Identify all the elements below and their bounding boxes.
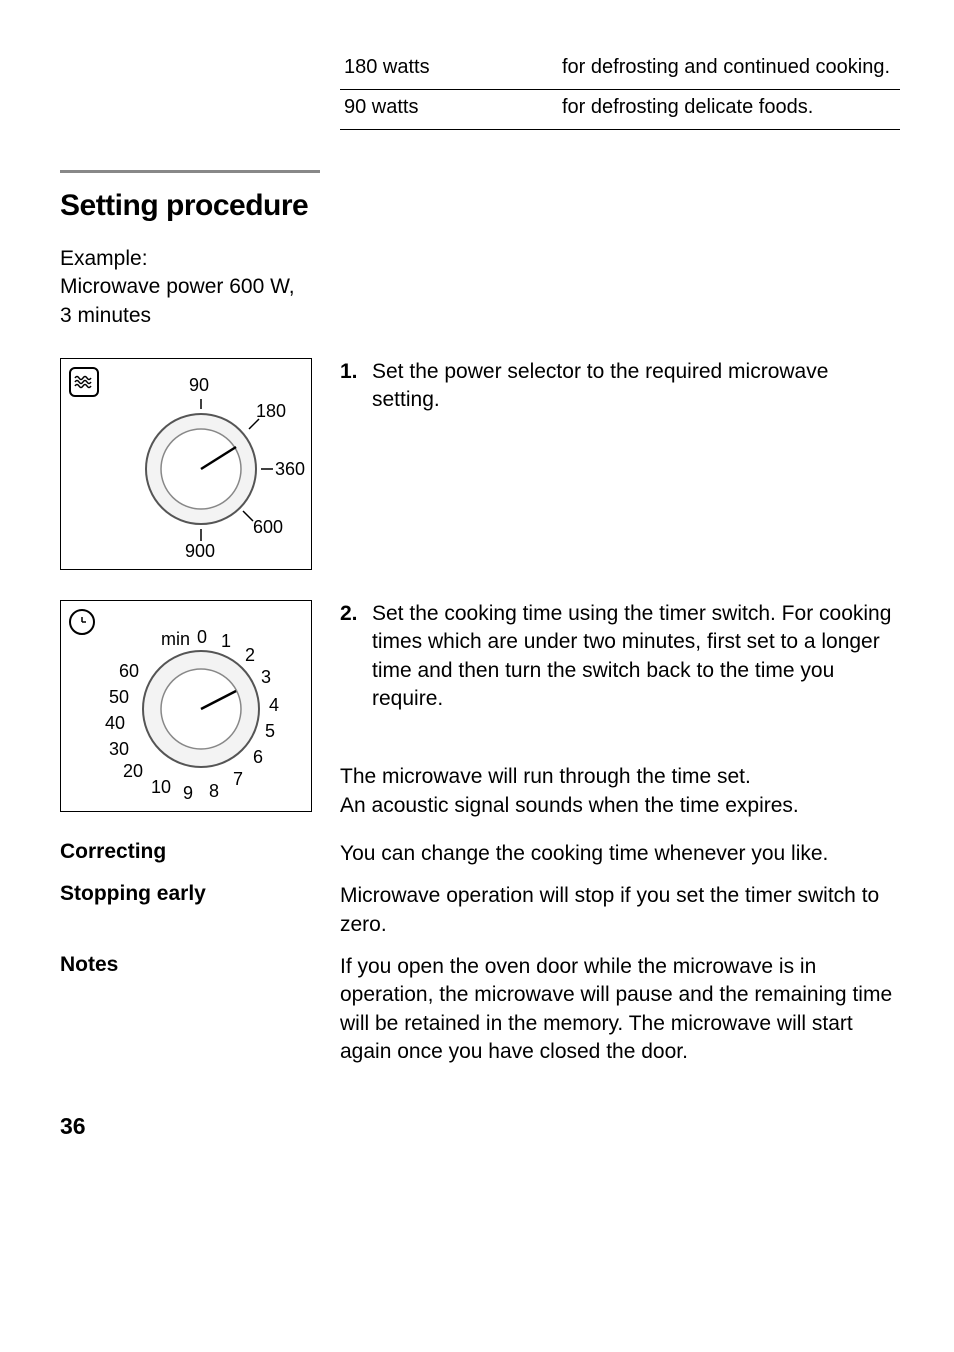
dial-label-180: 180 xyxy=(256,401,286,422)
page-number: 36 xyxy=(60,1113,894,1140)
example-line1: Example: xyxy=(60,245,894,273)
step2-number: 2. xyxy=(340,600,362,713)
stopping-row: Stopping early Microwave operation will … xyxy=(60,882,894,939)
timer-60: 60 xyxy=(119,661,139,682)
correcting-row: Correcting You can change the cooking ti… xyxy=(60,840,894,868)
figure-column: min 0 1 2 3 4 5 6 7 8 9 10 20 30 40 50 6… xyxy=(60,600,340,812)
page: 180 watts for defrosting and continued c… xyxy=(0,0,954,1180)
step2: 2. Set the cooking time using the timer … xyxy=(340,600,894,713)
notes-row: Notes If you open the oven door while th… xyxy=(60,953,894,1066)
timer-10: 10 xyxy=(151,777,171,798)
step1-row: 90 180 360 600 900 1. Set the power sele… xyxy=(60,358,894,570)
table-row: 180 watts for defrosting and continued c… xyxy=(340,50,900,90)
after-step2-b: An acoustic signal sounds when the time … xyxy=(340,792,894,820)
timer-dial-figure: min 0 1 2 3 4 5 6 7 8 9 10 20 30 40 50 6… xyxy=(60,600,312,812)
example-block: Example: Microwave power 600 W, 3 minute… xyxy=(60,245,894,330)
timer-1: 1 xyxy=(221,631,231,652)
section-title: Setting procedure xyxy=(60,170,320,223)
timer-7: 7 xyxy=(233,769,243,790)
power-dial-figure: 90 180 360 600 900 xyxy=(60,358,312,570)
timer-6: 6 xyxy=(253,747,263,768)
timer-3: 3 xyxy=(261,667,271,688)
stopping-text: Microwave operation will stop if you set… xyxy=(340,882,894,939)
timer-30: 30 xyxy=(109,739,129,760)
dial-label-600: 600 xyxy=(253,517,283,538)
step1-text-column: 1. Set the power selector to the require… xyxy=(340,358,894,415)
notes-text: If you open the oven door while the micr… xyxy=(340,953,894,1066)
step2-text-column: 2. Set the cooking time using the timer … xyxy=(340,600,894,820)
timer-40: 40 xyxy=(105,713,125,734)
stopping-label: Stopping early xyxy=(60,882,340,939)
example-line3: 3 minutes xyxy=(60,302,894,330)
step1: 1. Set the power selector to the require… xyxy=(340,358,894,415)
timer-9: 9 xyxy=(183,783,193,804)
timer-50: 50 xyxy=(109,687,129,708)
watt-cell: 180 watts xyxy=(340,50,558,90)
wattage-table: 180 watts for defrosting and continued c… xyxy=(340,50,900,130)
step1-text: Set the power selector to the required m… xyxy=(372,358,894,415)
example-line2: Microwave power 600 W, xyxy=(60,273,894,301)
step1-number: 1. xyxy=(340,358,362,415)
dial-label-90: 90 xyxy=(189,375,209,396)
correcting-label: Correcting xyxy=(60,840,340,868)
timer-20: 20 xyxy=(123,761,143,782)
watt-desc: for defrosting delicate foods. xyxy=(558,90,900,130)
timer-0: 0 xyxy=(197,627,207,648)
figure-column: 90 180 360 600 900 xyxy=(60,358,340,570)
after-step2-a: The microwave will run through the time … xyxy=(340,763,894,791)
timer-8: 8 xyxy=(209,781,219,802)
timer-2: 2 xyxy=(245,645,255,666)
timer-4: 4 xyxy=(269,695,279,716)
correcting-text: You can change the cooking time whenever… xyxy=(340,840,894,868)
timer-5: 5 xyxy=(265,721,275,742)
watt-desc: for defrosting and continued cooking. xyxy=(558,50,900,90)
step2-row: min 0 1 2 3 4 5 6 7 8 9 10 20 30 40 50 6… xyxy=(60,600,894,820)
notes-label: Notes xyxy=(60,953,340,1066)
table-row: 90 watts for defrosting delicate foods. xyxy=(340,90,900,130)
step2-text: Set the cooking time using the timer swi… xyxy=(372,600,894,713)
dial-label-360: 360 xyxy=(275,459,305,480)
watt-cell: 90 watts xyxy=(340,90,558,130)
dial-label-900: 900 xyxy=(185,541,215,562)
timer-min-label: min xyxy=(161,629,190,650)
